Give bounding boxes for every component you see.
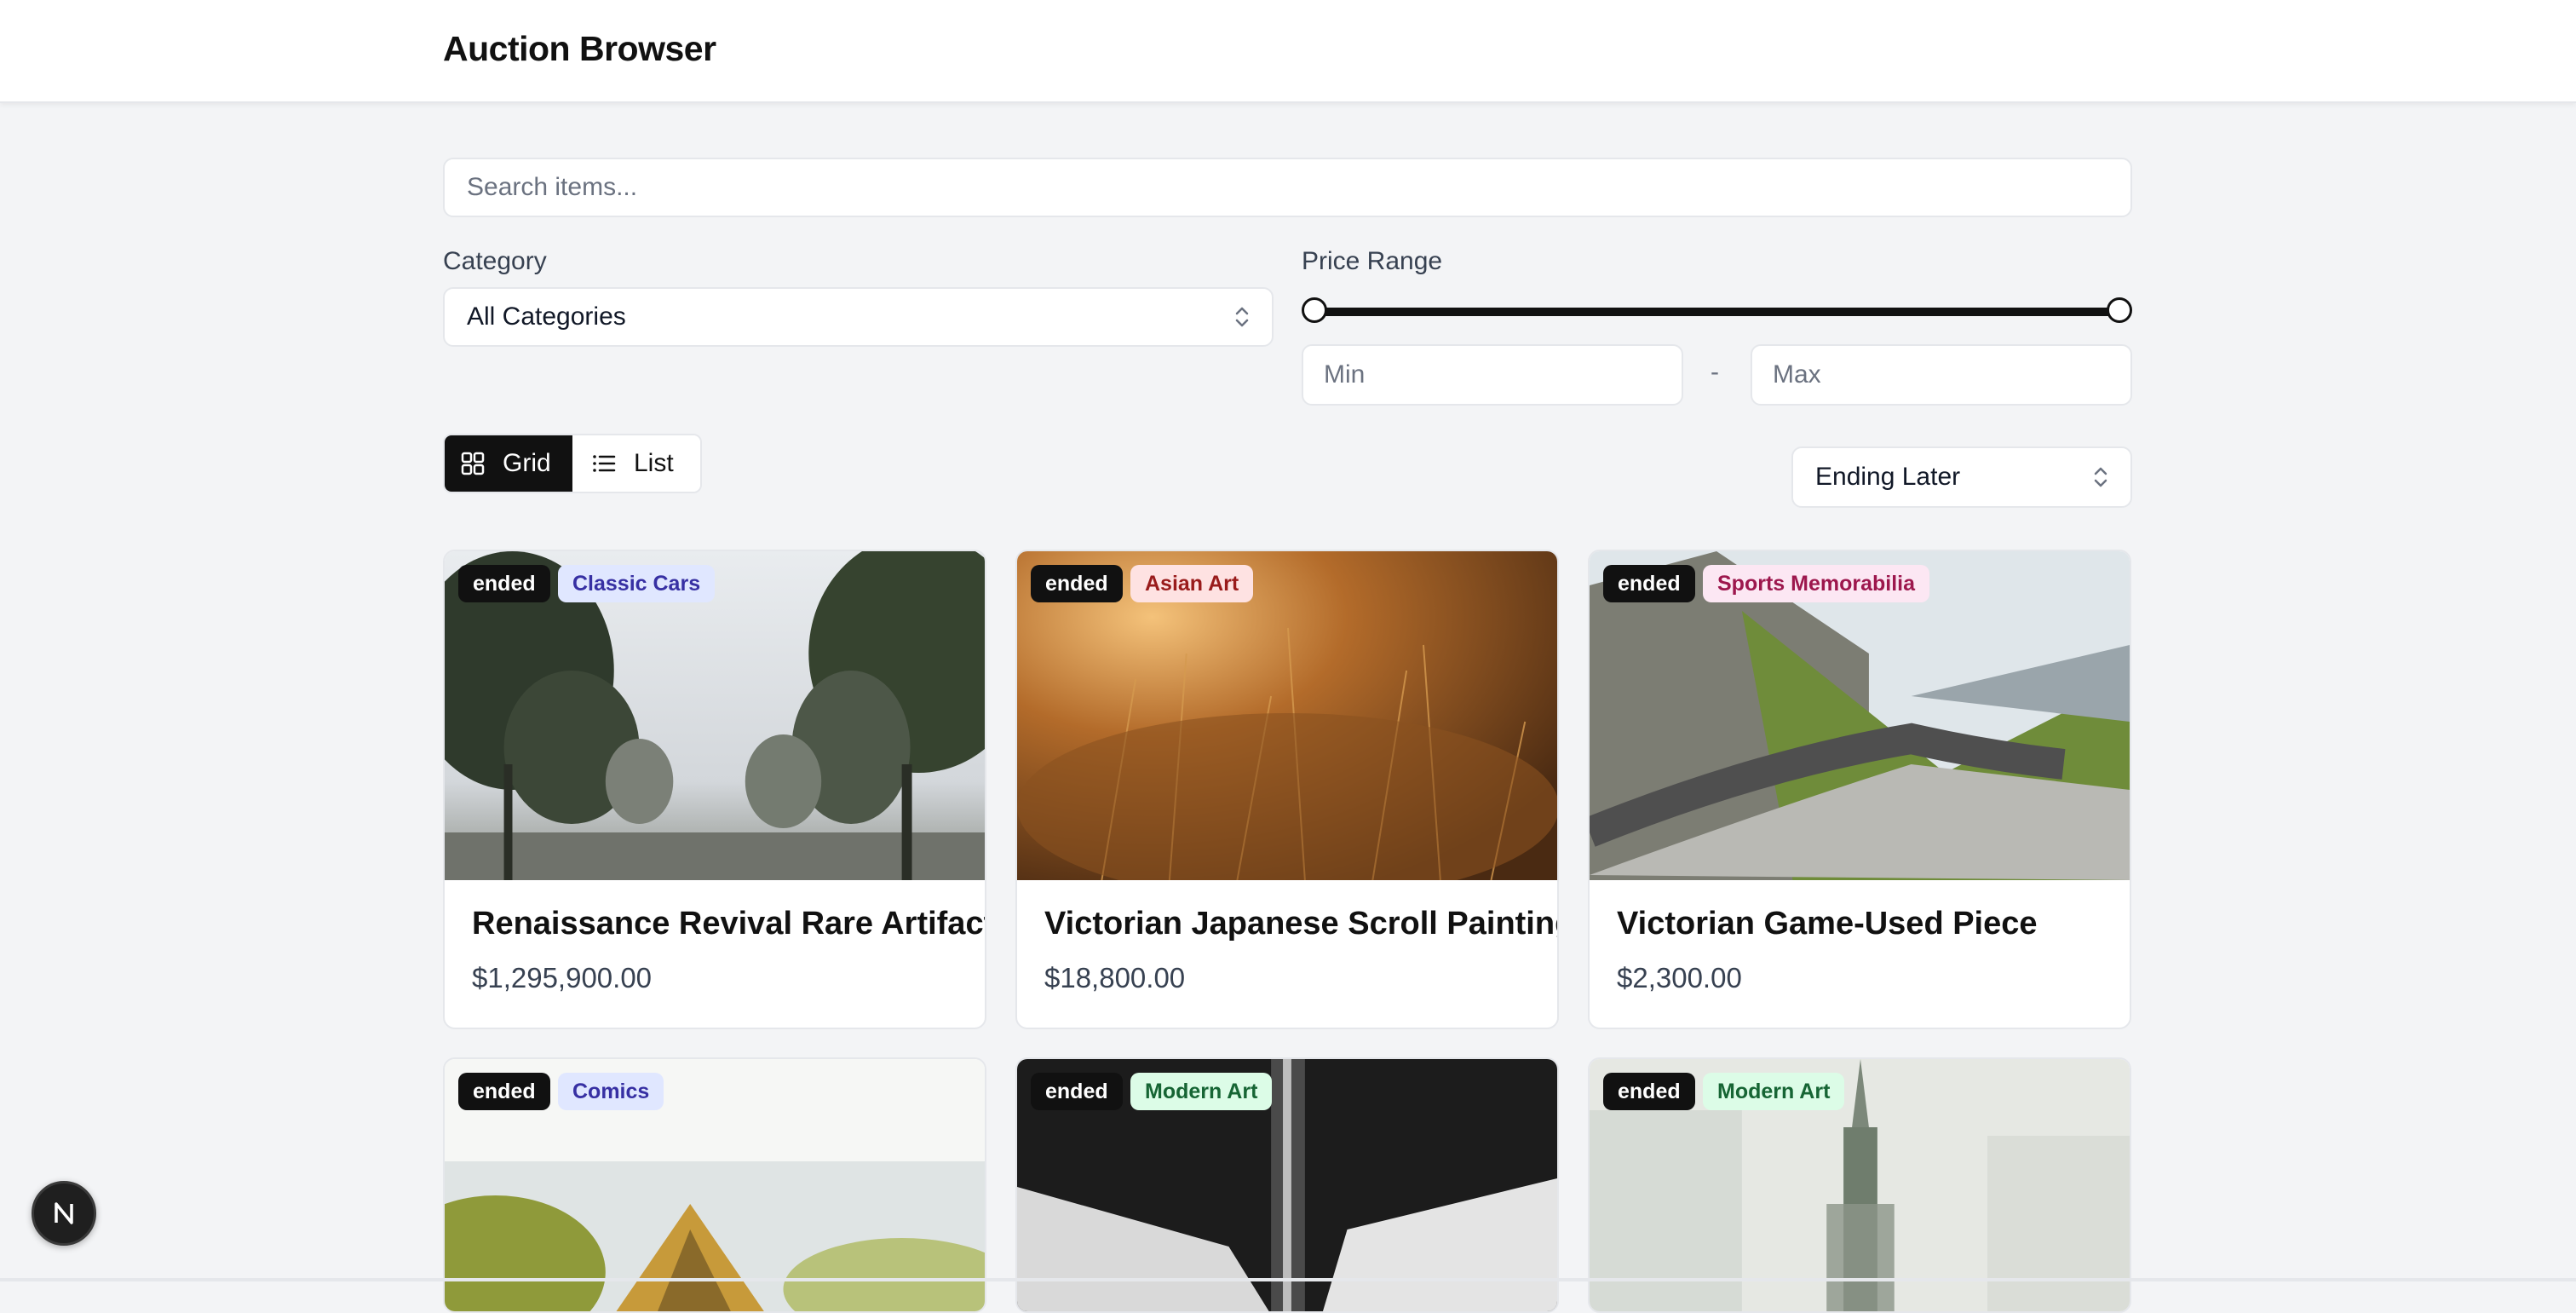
category-badge: Classic Cars	[558, 565, 716, 602]
list-view-label: List	[634, 449, 674, 477]
status-badge: ended	[458, 565, 550, 602]
list-icon	[593, 455, 616, 472]
category-select[interactable]: All Categories	[443, 287, 1274, 347]
n-logo-icon	[55, 1202, 73, 1224]
grid-view-button[interactable]: Grid	[445, 435, 572, 492]
auction-card[interactable]: ended Comics	[443, 1057, 986, 1313]
category-badge: Modern Art	[1703, 1073, 1845, 1110]
chevron-up-down-icon	[1235, 307, 1249, 327]
price-range-label: Price Range	[1302, 247, 1443, 275]
category-select-value: All Categories	[467, 302, 626, 331]
category-badge: Asian Art	[1130, 565, 1254, 602]
auction-card[interactable]: ended Modern Art	[1015, 1057, 1559, 1313]
item-price: $1,295,900.00	[472, 962, 653, 993]
sort-select-value: Ending Later	[1815, 463, 1961, 491]
price-range-track[interactable]	[1314, 308, 2119, 316]
list-view-button[interactable]: List	[572, 435, 700, 492]
max-price-input[interactable]	[1751, 344, 2132, 406]
auction-card[interactable]: ended Modern Art	[1588, 1057, 2131, 1313]
item-title: Victorian Game-Used Piece	[1617, 906, 2038, 942]
status-badge: ended	[1031, 565, 1123, 602]
chevron-up-down-icon	[2094, 467, 2107, 487]
search-input[interactable]	[443, 158, 2132, 217]
status-badge: ended	[458, 1073, 550, 1110]
item-price: $2,300.00	[1617, 962, 1742, 993]
auction-card[interactable]: ended Asian Art Victorian Japanese Scrol…	[1015, 550, 1559, 1029]
app-title: Auction Browser	[443, 29, 716, 68]
item-title: Renaissance Revival Rare Artifact	[472, 906, 986, 942]
sort-select[interactable]: Ending Later	[1791, 446, 2132, 508]
category-badge: Sports Memorabilia	[1703, 565, 1929, 602]
status-badge: ended	[1603, 565, 1695, 602]
price-min-handle[interactable]	[1302, 297, 1327, 323]
grid-view-label: Grid	[503, 449, 551, 477]
category-badge: Comics	[558, 1073, 664, 1110]
status-badge: ended	[1031, 1073, 1123, 1110]
min-price-input[interactable]	[1302, 344, 1683, 406]
top-bar: Auction Browser	[0, 0, 2576, 103]
auction-card[interactable]: ended Classic Cars Renaissance Revival R…	[443, 550, 986, 1029]
category-label: Category	[443, 247, 547, 275]
auction-card[interactable]: ended Sports Memorabilia Victorian Game-…	[1588, 550, 2131, 1029]
page-bottom-edge	[0, 1278, 2576, 1281]
view-toggle: Grid List	[443, 434, 702, 493]
status-badge: ended	[1603, 1073, 1695, 1110]
nextjs-devtools-button[interactable]	[32, 1181, 96, 1246]
grid-icon	[461, 452, 485, 475]
item-price: $18,800.00	[1044, 962, 1186, 993]
category-badge: Modern Art	[1130, 1073, 1273, 1110]
item-title: Victorian Japanese Scroll Painting	[1044, 906, 1559, 942]
range-separator: -	[1711, 358, 1719, 386]
price-max-handle[interactable]	[2107, 297, 2132, 323]
